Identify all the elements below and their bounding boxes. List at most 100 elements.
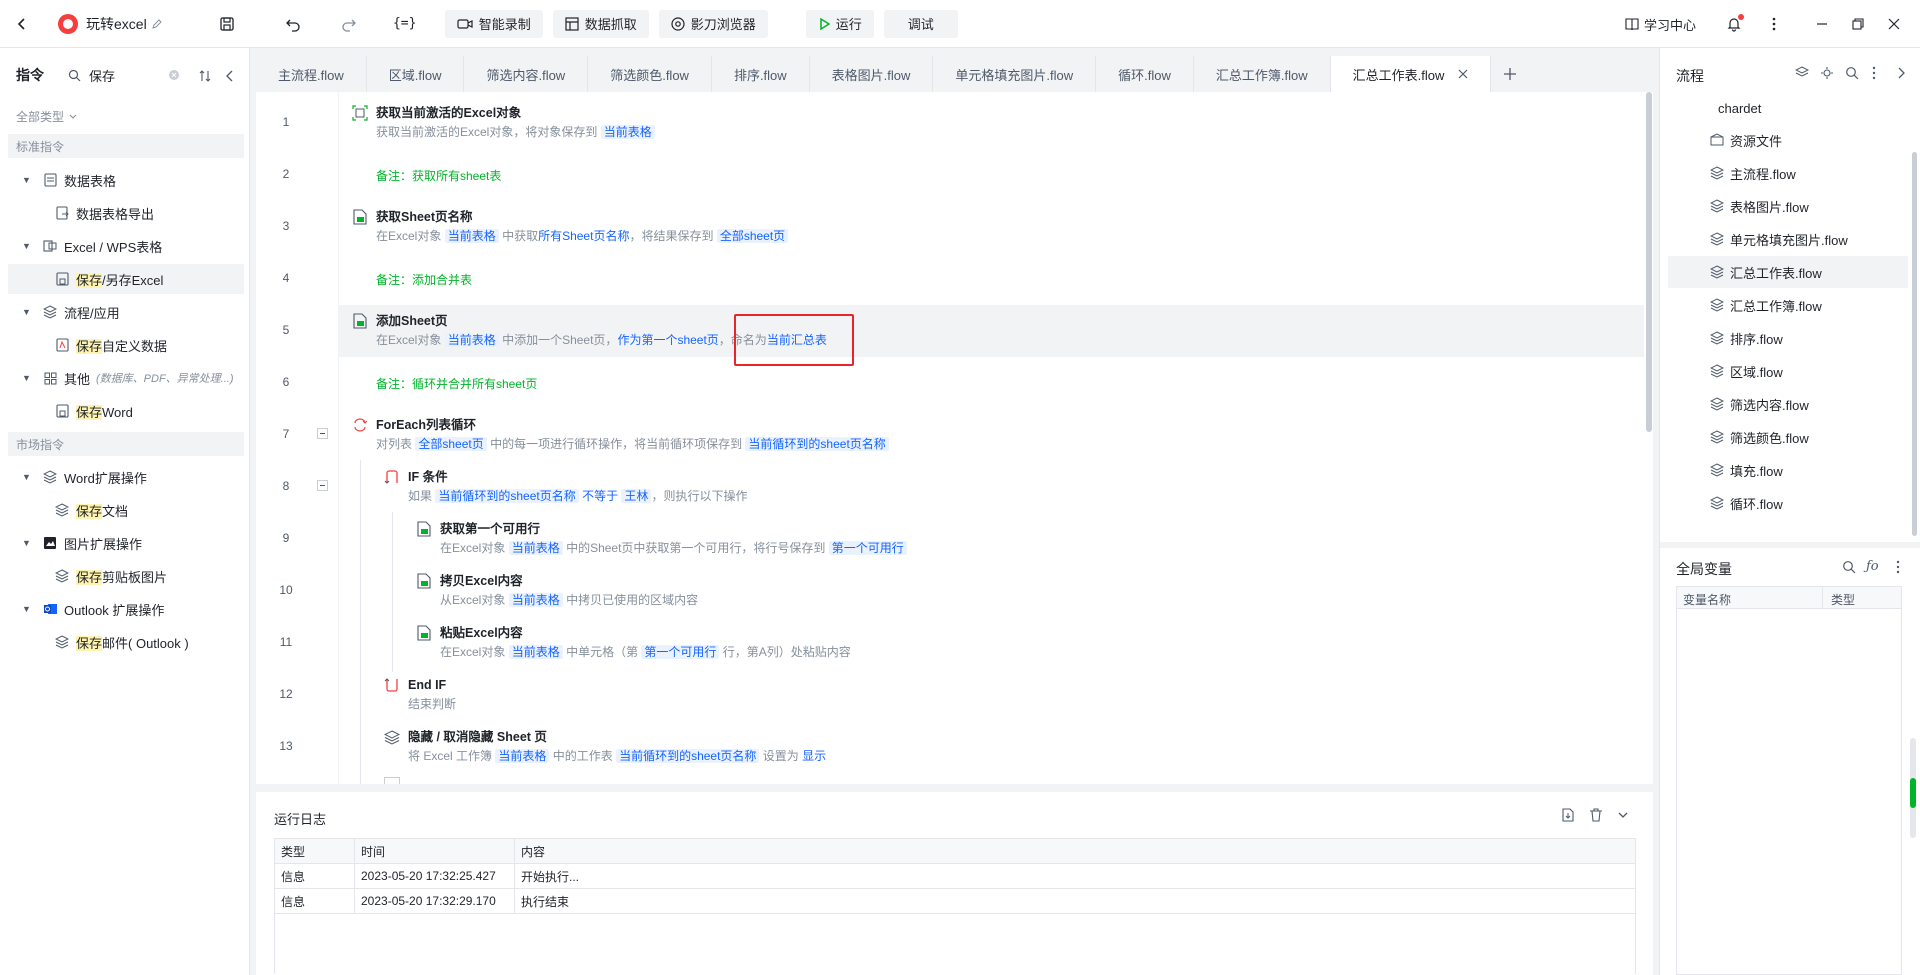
variable-token[interactable]: 当前循环到的sheet页名称 — [616, 749, 760, 763]
variable-token[interactable]: 全部sheet页 — [716, 229, 789, 243]
save-icon[interactable] — [211, 8, 243, 40]
fold-toggle-icon[interactable] — [317, 428, 328, 439]
table-row[interactable]: 信息 2023-05-20 17:32:29.170 执行结束 — [274, 888, 1636, 914]
add-tab-icon[interactable] — [1491, 56, 1529, 92]
learning-center-button[interactable]: 学习中心 — [1625, 15, 1696, 34]
statement-copy-excel[interactable]: 拷贝Excel内容 从Excel对象 当前表格 中拷贝已使用的区域内容 — [416, 572, 698, 610]
collapse-panel-icon[interactable] — [224, 69, 236, 83]
tree-item-save-document[interactable]: 保存文档 — [0, 495, 250, 525]
data-capture-button[interactable]: 数据抓取 — [552, 9, 649, 38]
tree-item-save-excel[interactable]: 保存/另存Excel — [8, 264, 244, 294]
tree-item-save-custom-data[interactable]: 保存自定义数据 — [0, 330, 250, 360]
editor-scrollbar[interactable] — [1646, 92, 1652, 432]
variable-token[interactable]: 第一个可用行 — [641, 645, 720, 659]
flow-item-table-image[interactable]: 表格图片.flow — [1660, 190, 1910, 222]
zoom-slider[interactable] — [1910, 738, 1916, 838]
redo-icon[interactable] — [333, 8, 365, 40]
statement-if-condition[interactable]: IF 条件 如果 当前循环到的sheet页名称 不等于 王林 ，则执行以下操作 — [384, 468, 747, 506]
flow-item-loop[interactable]: 循环.flow — [1660, 487, 1910, 519]
restore-icon[interactable] — [1842, 8, 1874, 40]
variables-icon[interactable]: {=} — [389, 8, 421, 40]
table-row[interactable]: 信息 2023-05-20 17:32:25.427 开始执行... — [274, 863, 1636, 889]
flow-search-icon[interactable] — [1845, 66, 1859, 80]
tab-summary-workbook-flow[interactable]: 汇总工作簿.flow — [1194, 56, 1331, 92]
debug-button[interactable]: 调试 — [883, 9, 958, 38]
tree-item-save-mail-outlook[interactable]: 保存邮件( Outlook ) — [0, 627, 250, 657]
statement-foreach-loop[interactable]: ForEach列表循环 对列表 全部sheet页 中的每一项进行循环操作，将当前… — [352, 416, 889, 454]
variable-token[interactable]: 当前循环到的sheet页名称 — [435, 489, 579, 503]
statement-paste-excel[interactable]: 粘贴Excel内容 在Excel对象 当前表格 中单元格（第 第一个可用行 行，… — [416, 624, 851, 662]
global-vars-search-icon[interactable] — [1842, 560, 1856, 574]
minimize-icon[interactable] — [1806, 8, 1838, 40]
tab-summary-worksheet-flow[interactable]: 汇总工作表.flow — [1330, 56, 1492, 92]
statement-end-if[interactable]: End IF 结束判断 — [384, 676, 456, 714]
flow-settings-icon[interactable] — [1820, 66, 1834, 80]
flow-item-region[interactable]: 区域.flow — [1660, 355, 1910, 387]
more-menu-icon[interactable] — [1758, 8, 1790, 40]
flow-item-main-flow[interactable]: 主流程.flow — [1660, 157, 1910, 189]
search-box[interactable]: 保存 — [60, 62, 186, 88]
variable-token[interactable]: 王林 — [621, 489, 652, 503]
flow-more-icon[interactable] — [1872, 66, 1876, 80]
tree-item-save-clipboard-image[interactable]: 保存剪贴板图片 — [0, 561, 250, 591]
tab-loop-flow[interactable]: 循环.flow — [1096, 56, 1194, 92]
flow-item-filter-content[interactable]: 筛选内容.flow — [1660, 388, 1910, 420]
tree-item-other[interactable]: ▼ 其他 (数据库、PDF、异常处理...) — [0, 363, 250, 393]
tree-item-save-word[interactable]: 保存Word — [0, 396, 250, 426]
close-window-icon[interactable] — [1878, 8, 1910, 40]
flow-item-sort[interactable]: 排序.flow — [1660, 322, 1910, 354]
variable-token[interactable]: 当前表格 — [444, 229, 499, 243]
tree-item-data-table[interactable]: ▼ 数据表格 — [0, 165, 250, 195]
tree-item-outlook-ext[interactable]: ▼ Outlook 扩展操作 — [0, 594, 250, 624]
tree-item-word-ext[interactable]: ▼ Word扩展操作 — [0, 462, 250, 492]
tab-main-flow[interactable]: 主流程.flow — [256, 56, 367, 92]
comment-line[interactable]: 备注：添加合并表 — [376, 271, 472, 288]
variable-token[interactable]: 当前循环到的sheet页名称 — [745, 437, 889, 451]
tab-filter-content-flow[interactable]: 筛选内容.flow — [464, 56, 589, 92]
variable-token[interactable]: 当前表格 — [600, 125, 655, 139]
fold-toggle-icon[interactable] — [317, 480, 328, 491]
comment-line[interactable]: 备注：获取所有sheet表 — [376, 167, 501, 184]
export-log-icon[interactable] — [1561, 808, 1575, 822]
statement-get-active-excel[interactable]: 获取当前激活的Excel对象 获取当前激活的Excel对象，将对象保存到 当前表… — [352, 104, 655, 142]
variable-token[interactable]: 当前表格 — [444, 333, 499, 347]
flow-item-fill[interactable]: 填充.flow — [1660, 454, 1910, 486]
tree-item-flow-app[interactable]: ▼ 流程/应用 — [0, 297, 250, 327]
close-tab-icon[interactable] — [1458, 69, 1468, 79]
variable-token[interactable]: 全部sheet页 — [415, 437, 487, 451]
clear-search-icon[interactable] — [168, 69, 180, 81]
flow-item-cell-fill-image[interactable]: 单元格填充图片.flow — [1660, 223, 1910, 255]
statement-get-sheet-names[interactable]: 获取Sheet页名称 在Excel对象 当前表格 中获取所有Sheet页名称，将… — [352, 208, 789, 246]
undo-icon[interactable] — [277, 8, 309, 40]
variable-token[interactable]: 当前表格 — [495, 749, 550, 763]
flow-item-chardet[interactable]: chardet — [1660, 92, 1910, 124]
flow-item-summary-workbook[interactable]: 汇总工作簿.flow — [1660, 289, 1910, 321]
tab-cell-fill-image-flow[interactable]: 单元格填充图片.flow — [933, 56, 1097, 92]
variable-token[interactable]: 当前表格 — [508, 645, 563, 659]
clear-log-icon[interactable] — [1589, 808, 1603, 822]
statement-hide-unhide-sheet[interactable]: 隐藏 / 取消隐藏 Sheet 页 将 Excel 工作簿 当前表格 中的工作表… — [384, 728, 826, 766]
variable-token[interactable]: 当前表格 — [508, 593, 563, 607]
back-icon[interactable] — [6, 8, 38, 40]
search-input[interactable]: 保存 — [89, 66, 115, 85]
collapse-right-panel-icon[interactable] — [1896, 66, 1906, 80]
smart-record-button[interactable]: 智能录制 — [444, 9, 543, 38]
tab-table-image-flow[interactable]: 表格图片.flow — [810, 56, 934, 92]
type-filter-dropdown[interactable]: 全部类型 — [16, 108, 78, 125]
global-vars-more-icon[interactable] — [1896, 560, 1900, 574]
tree-item-data-table-export[interactable]: 数据表格导出 — [0, 198, 250, 228]
collapse-log-icon[interactable] — [1617, 809, 1629, 821]
edit-title-icon[interactable] — [147, 8, 167, 40]
tree-item-image-ext[interactable]: ▼ 图片扩展操作 — [0, 528, 250, 558]
tab-sort-flow[interactable]: 排序.flow — [712, 56, 810, 92]
run-button[interactable]: 运行 — [805, 9, 874, 38]
sort-icon[interactable] — [198, 69, 212, 83]
flow-item-resource-files[interactable]: 资源文件 — [1660, 124, 1910, 156]
comment-line[interactable]: 备注：循环并合并所有sheet页 — [376, 375, 537, 392]
statement-get-first-available-row[interactable]: 获取第一个可用行 在Excel对象 当前表格 中的Sheet页中获取第一个可用行… — [416, 520, 907, 558]
flow-list-scrollbar[interactable] — [1912, 152, 1917, 536]
flow-item-filter-color[interactable]: 筛选颜色.flow — [1660, 421, 1910, 453]
add-flow-icon[interactable] — [1795, 66, 1809, 80]
browser-button[interactable]: 影刀浏览器 — [658, 9, 768, 38]
flow-item-summary-worksheet[interactable]: 汇总工作表.flow — [1668, 256, 1908, 288]
